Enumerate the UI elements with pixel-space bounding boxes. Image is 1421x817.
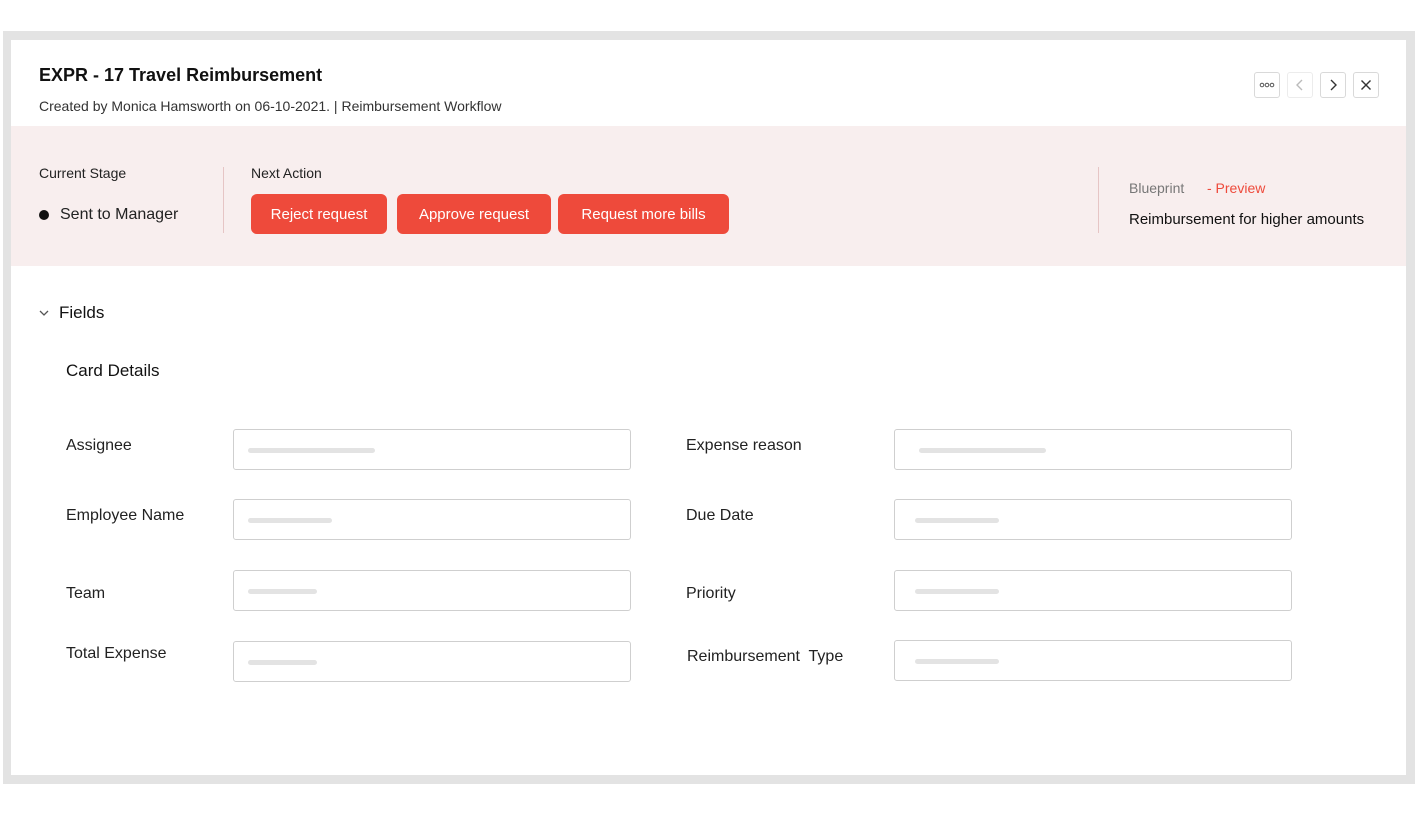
placeholder-bar bbox=[248, 448, 375, 453]
chevron-left-icon bbox=[1295, 79, 1305, 91]
approve-request-button[interactable]: Approve request bbox=[397, 194, 551, 234]
current-stage-label: Current Stage bbox=[39, 165, 127, 181]
blueprint-divider bbox=[1098, 167, 1099, 233]
placeholder-bar bbox=[248, 660, 317, 665]
team-field[interactable] bbox=[233, 570, 631, 611]
blueprint-description: Reimbursement for higher amounts bbox=[1129, 211, 1365, 228]
stage-divider bbox=[223, 167, 224, 233]
total-expense-field[interactable] bbox=[233, 641, 631, 682]
record-panel: EXPR - 17 Travel Reimbursement Created b… bbox=[11, 40, 1406, 775]
more-horizontal-icon bbox=[1259, 82, 1275, 88]
team-label: Team bbox=[66, 585, 106, 602]
request-more-bills-button[interactable]: Request more bills bbox=[558, 194, 729, 234]
blueprint-label: Blueprint bbox=[1129, 180, 1185, 196]
assignee-field[interactable] bbox=[233, 429, 631, 470]
card-details-heading: Card Details bbox=[66, 361, 160, 380]
placeholder-bar bbox=[915, 518, 999, 523]
expense-reason-field[interactable] bbox=[894, 429, 1292, 470]
employee-name-field[interactable] bbox=[233, 499, 631, 540]
next-record-button[interactable] bbox=[1320, 72, 1346, 98]
placeholder-bar bbox=[915, 589, 999, 594]
total-expense-label: Total Expense bbox=[66, 645, 167, 662]
due-date-label: Due Date bbox=[686, 507, 754, 524]
close-icon bbox=[1360, 79, 1372, 91]
placeholder-bar bbox=[248, 589, 317, 594]
close-button[interactable] bbox=[1353, 72, 1379, 98]
priority-label: Priority bbox=[686, 585, 736, 602]
previous-record-button[interactable] bbox=[1287, 72, 1313, 98]
record-subtitle: Created by Monica Hamsworth on 06-10-202… bbox=[39, 98, 502, 114]
reimbursement-type-field[interactable] bbox=[894, 640, 1292, 681]
employee-name-label: Employee Name bbox=[66, 507, 185, 524]
reimbursement-type-label: Reimbursement Type bbox=[687, 648, 844, 665]
stage-status-dot bbox=[39, 210, 49, 220]
fields-section-toggle[interactable]: Fields bbox=[39, 303, 104, 323]
placeholder-bar bbox=[915, 659, 999, 664]
priority-field[interactable] bbox=[894, 570, 1292, 611]
current-stage-value: Sent to Manager bbox=[60, 206, 179, 223]
expense-reason-label: Expense reason bbox=[686, 437, 802, 454]
next-action-label: Next Action bbox=[251, 165, 322, 181]
reject-request-button[interactable]: Reject request bbox=[251, 194, 387, 234]
blueprint-preview-link[interactable]: - Preview bbox=[1207, 180, 1265, 196]
due-date-field[interactable] bbox=[894, 499, 1292, 540]
page-title: EXPR - 17 Travel Reimbursement bbox=[39, 65, 323, 85]
fields-section-label: Fields bbox=[59, 303, 105, 322]
placeholder-bar bbox=[248, 518, 332, 523]
assignee-label: Assignee bbox=[66, 437, 132, 454]
record-header: EXPR - 17 Travel Reimbursement Created b… bbox=[11, 40, 1406, 126]
more-options-button[interactable] bbox=[1254, 72, 1280, 98]
chevron-down-icon bbox=[39, 304, 49, 322]
chevron-right-icon bbox=[1328, 79, 1338, 91]
placeholder-bar bbox=[919, 448, 1046, 453]
